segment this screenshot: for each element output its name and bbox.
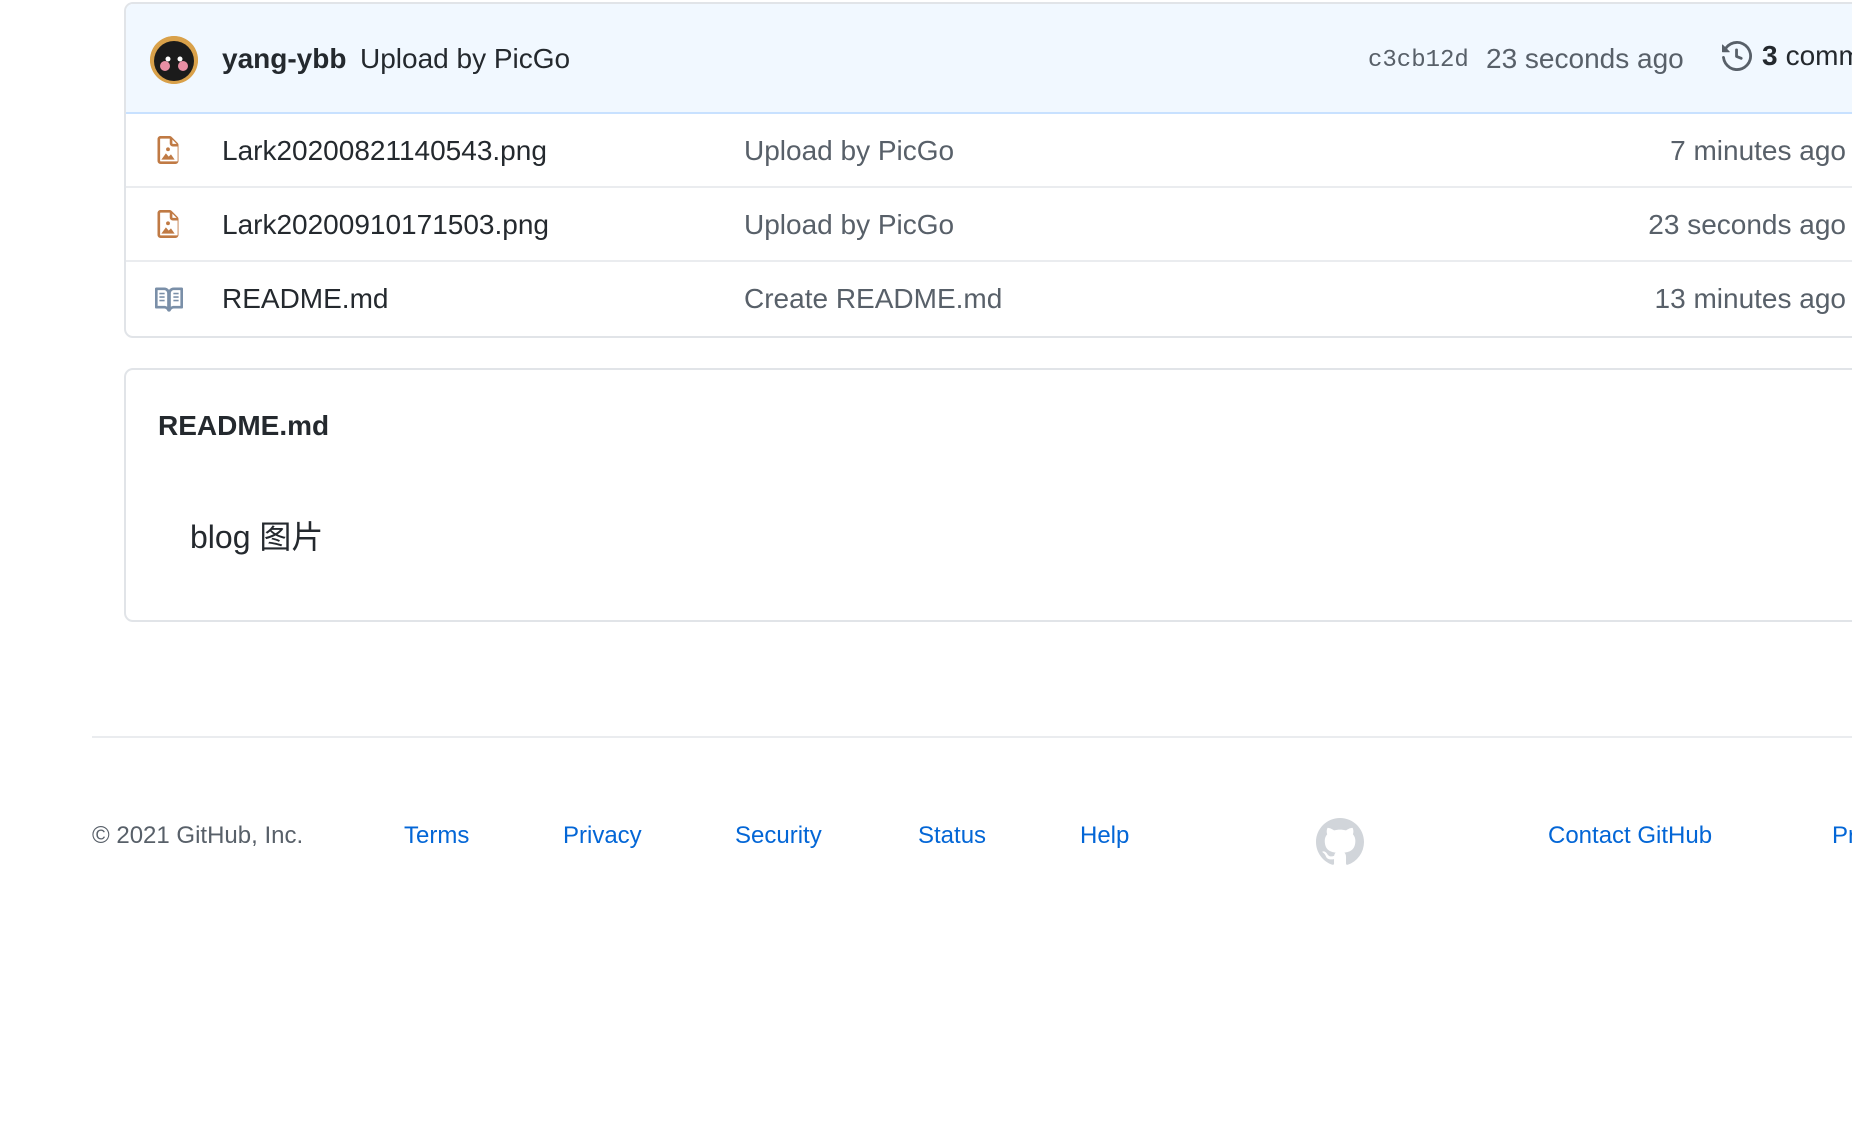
footer-link-terms[interactable]: Terms [404,822,469,850]
footer-link-contact-github[interactable]: Contact GitHub [1548,822,1712,850]
file-media-icon [154,136,182,164]
file-commit-message-link[interactable]: Upload by PicGo [744,135,954,167]
readme-panel: README.md blog 图片 [124,368,1852,622]
footer-copyright: © 2021 GitHub, Inc. [92,822,304,849]
commit-history-link[interactable]: 3 commits [1722,40,1852,72]
footer-divider [92,736,1852,738]
file-name-link[interactable]: Lark20200821140543.png [222,135,547,167]
file-commit-message-link[interactable]: Create README.md [744,283,1002,315]
history-icon [1722,41,1752,71]
readme-title-link[interactable]: README.md [158,410,329,442]
file-table: yang-ybb Upload by PicGo c3cb12d 23 seco… [124,2,1852,338]
file-commit-time: 13 minutes ago [1654,283,1846,314]
commit-author-link[interactable]: yang-ybb [222,43,346,75]
file-commit-time: 7 minutes ago [1670,135,1846,166]
file-name-link[interactable]: README.md [222,283,388,315]
file-media-icon [154,210,182,238]
commit-count: 3 [1762,40,1778,71]
file-row: README.md Create README.md 13 minutes ag… [126,262,1852,336]
file-commit-time: 23 seconds ago [1648,209,1846,240]
file-commit-message-link[interactable]: Upload by PicGo [744,209,954,241]
github-logo-icon[interactable] [1316,818,1364,866]
readme-content: blog 图片 [190,519,324,555]
footer-link-pricing[interactable]: Pricing [1832,822,1852,850]
commit-time: 23 seconds ago [1486,43,1684,74]
latest-commit-header: yang-ybb Upload by PicGo c3cb12d 23 seco… [126,4,1852,114]
commit-message-link[interactable]: Upload by PicGo [360,43,570,75]
file-row: Lark20200821140543.png Upload by PicGo 7… [126,114,1852,188]
footer-link-status[interactable]: Status [918,822,986,850]
footer-link-security[interactable]: Security [735,822,822,850]
footer-link-help[interactable]: Help [1080,822,1129,850]
commit-count-label: commits [1785,40,1852,71]
book-icon [154,284,183,312]
commit-sha-link[interactable]: c3cb12d [1368,47,1469,74]
author-avatar[interactable] [150,36,198,84]
file-name-link[interactable]: Lark20200910171503.png [222,209,549,241]
file-row: Lark20200910171503.png Upload by PicGo 2… [126,188,1852,262]
footer-link-privacy[interactable]: Privacy [563,822,642,850]
